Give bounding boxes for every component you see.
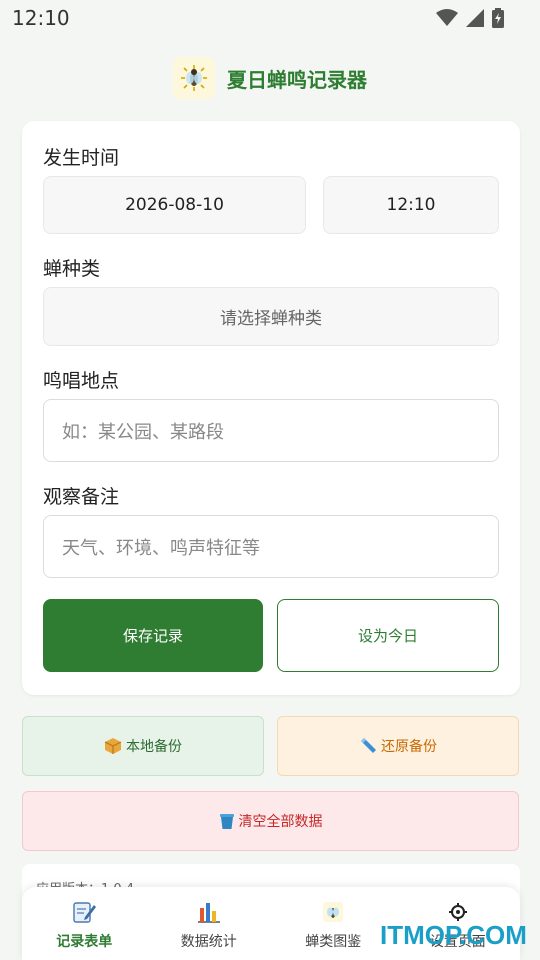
edit-form-icon [71,899,97,925]
notes-input[interactable]: 天气、环境、鸣声特征等 [43,515,499,578]
restore-backup-button[interactable]: 还原备份 [277,716,519,776]
restore-backup-label: 还原备份 [381,739,437,755]
location-input[interactable]: 如：某公园、某路段 [43,399,499,462]
location-label: 鸣唱地点 [43,370,120,392]
save-record-button[interactable]: 保存记录 [43,599,263,672]
bar-chart-icon [196,899,222,925]
clear-all-data-button[interactable]: 清空全部数据 [22,791,519,851]
cicada-icon [322,899,344,925]
clear-all-data-label: 清空全部数据 [238,814,323,830]
nav-item-cicada-guide[interactable]: 蝉类图鉴 [271,887,396,960]
nav-label-record-form: 记录表单 [56,934,113,950]
status-bar: 12:10 [0,0,540,36]
record-form-card: 发生时间 2026-08-10 12:10 蝉种类 请选择蝉种类 鸣唱地点 如：… [22,121,520,695]
cicada-logo-icon [173,57,215,99]
watermark: ITMOP.COM [380,920,527,950]
local-backup-button[interactable]: 本地备份 [22,716,264,776]
nav-item-statistics[interactable]: 数据统计 [147,887,272,960]
date-picker[interactable]: 2026-08-10 [43,176,306,234]
app-header: 夏日蝉鸣记录器 [0,56,540,100]
species-select[interactable]: 请选择蝉种类 [43,287,499,346]
signal-icon [466,9,484,27]
time-label: 发生时间 [43,147,120,169]
app-title: 夏日蝉鸣记录器 [227,67,367,92]
status-icons [436,8,504,28]
trash-icon [219,814,234,829]
battery-icon [492,8,504,28]
folder-icon [361,738,376,753]
nav-label-cicada-guide: 蝉类图鉴 [305,934,362,950]
species-label: 蝉种类 [43,258,101,280]
package-icon [104,738,122,754]
status-time: 12:10 [12,6,70,30]
local-backup-label: 本地备份 [126,739,182,755]
nav-item-record-form[interactable]: 记录表单 [22,887,147,960]
time-picker[interactable]: 12:10 [323,176,499,234]
wifi-icon [436,9,458,26]
notes-label: 观察备注 [43,486,120,508]
set-today-button[interactable]: 设为今日 [277,599,499,672]
nav-label-statistics: 数据统计 [180,934,237,950]
